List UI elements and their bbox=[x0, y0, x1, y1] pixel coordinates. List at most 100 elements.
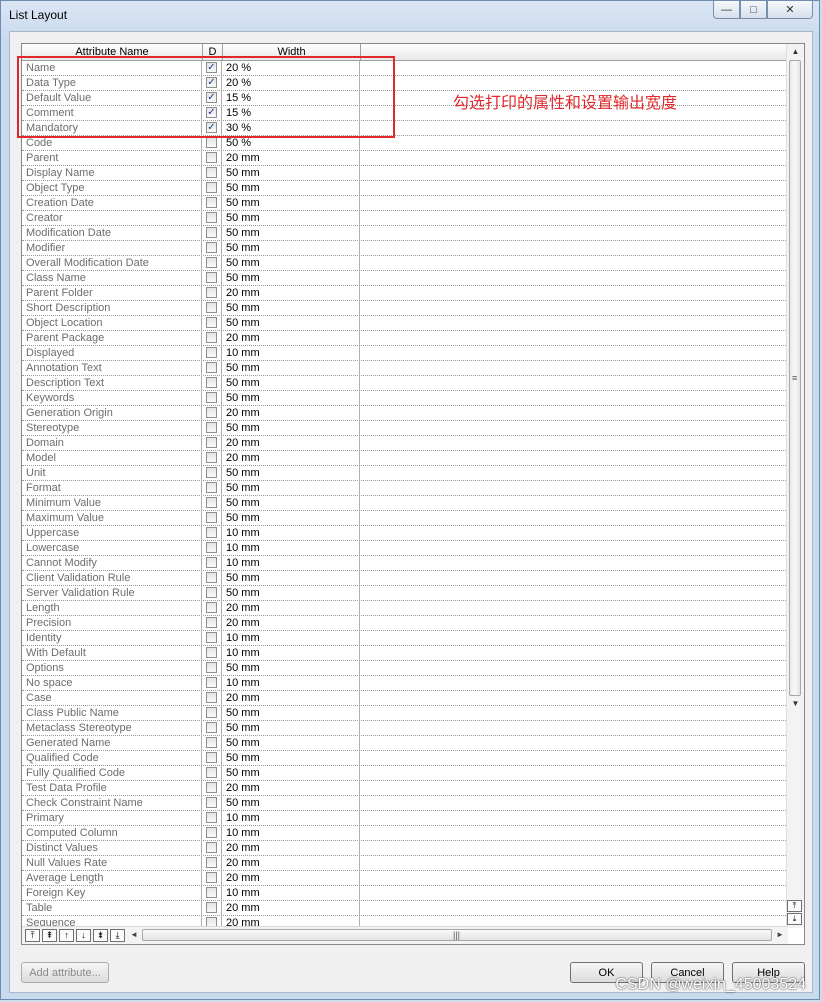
attribute-grid[interactable]: Attribute Name D Width Name ✓ 20 % Data Typ… bbox=[21, 43, 805, 945]
attribute-name-cell[interactable]: Foreign Key bbox=[22, 886, 202, 901]
display-checkbox[interactable] bbox=[206, 767, 217, 778]
display-checkbox[interactable] bbox=[206, 347, 217, 358]
attribute-name-cell[interactable]: Table bbox=[22, 901, 202, 916]
width-cell[interactable]: 50 mm bbox=[222, 466, 360, 481]
width-cell[interactable]: 50 mm bbox=[222, 181, 360, 196]
table-row[interactable]: Length 20 mm bbox=[22, 601, 788, 616]
width-cell[interactable]: 50 mm bbox=[222, 316, 360, 331]
display-checkbox[interactable] bbox=[206, 512, 217, 523]
display-checkbox[interactable] bbox=[206, 197, 217, 208]
display-checkbox[interactable] bbox=[206, 452, 217, 463]
width-cell[interactable]: 50 mm bbox=[222, 751, 360, 766]
width-cell[interactable]: 10 mm bbox=[222, 346, 360, 361]
table-row[interactable]: Code 50 % bbox=[22, 136, 788, 151]
display-checkbox[interactable] bbox=[206, 692, 217, 703]
display-checkbox[interactable] bbox=[206, 722, 217, 733]
attribute-name-cell[interactable]: Uppercase bbox=[22, 526, 202, 541]
display-checkbox[interactable] bbox=[206, 287, 217, 298]
scroll-left-arrow-icon[interactable]: ◄ bbox=[130, 930, 138, 939]
display-checkbox[interactable] bbox=[206, 527, 217, 538]
width-cell[interactable]: 20 mm bbox=[222, 901, 360, 916]
display-checkbox[interactable] bbox=[206, 152, 217, 163]
display-checkbox[interactable] bbox=[206, 827, 217, 838]
attribute-name-cell[interactable]: Check Constraint Name bbox=[22, 796, 202, 811]
width-cell[interactable]: 10 mm bbox=[222, 556, 360, 571]
attribute-name-cell[interactable]: Null Values Rate bbox=[22, 856, 202, 871]
attribute-name-cell[interactable]: Server Validation Rule bbox=[22, 586, 202, 601]
table-row[interactable]: Unit 50 mm bbox=[22, 466, 788, 481]
display-checkbox[interactable] bbox=[206, 407, 217, 418]
width-cell[interactable]: 50 mm bbox=[222, 511, 360, 526]
attribute-name-cell[interactable]: Object Type bbox=[22, 181, 202, 196]
vertical-scroll-thumb[interactable]: ≡ bbox=[789, 60, 801, 696]
table-row[interactable]: Format 50 mm bbox=[22, 481, 788, 496]
width-cell[interactable]: 50 mm bbox=[222, 661, 360, 676]
width-cell[interactable]: 50 mm bbox=[222, 721, 360, 736]
attribute-name-cell[interactable]: Parent Folder bbox=[22, 286, 202, 301]
table-row[interactable]: Maximum Value 50 mm bbox=[22, 511, 788, 526]
width-cell[interactable]: 50 % bbox=[222, 136, 360, 151]
width-cell[interactable]: 10 mm bbox=[222, 676, 360, 691]
display-checkbox[interactable] bbox=[206, 647, 217, 658]
width-cell[interactable]: 50 mm bbox=[222, 766, 360, 781]
table-row[interactable]: Parent 20 mm bbox=[22, 151, 788, 166]
display-checkbox[interactable] bbox=[206, 362, 217, 373]
width-cell[interactable]: 50 mm bbox=[222, 796, 360, 811]
attribute-name-cell[interactable]: Fully Qualified Code bbox=[22, 766, 202, 781]
display-checkbox[interactable] bbox=[206, 302, 217, 313]
attribute-name-cell[interactable]: Overall Modification Date bbox=[22, 256, 202, 271]
width-cell[interactable]: 50 mm bbox=[222, 736, 360, 751]
display-checkbox[interactable] bbox=[206, 752, 217, 763]
width-cell[interactable]: 20 mm bbox=[222, 856, 360, 871]
display-checkbox[interactable] bbox=[206, 467, 217, 478]
display-checkbox[interactable] bbox=[206, 572, 217, 583]
nav-first-icon[interactable]: ⤒ bbox=[787, 900, 802, 912]
table-row[interactable]: Annotation Text 50 mm bbox=[22, 361, 788, 376]
display-checkbox[interactable] bbox=[206, 497, 217, 508]
display-checkbox[interactable] bbox=[206, 707, 217, 718]
width-cell[interactable]: 50 mm bbox=[222, 391, 360, 406]
display-checkbox[interactable] bbox=[206, 872, 217, 883]
width-cell[interactable]: 20 mm bbox=[222, 616, 360, 631]
table-row[interactable]: Fully Qualified Code 50 mm bbox=[22, 766, 788, 781]
table-row[interactable]: Model 20 mm bbox=[22, 451, 788, 466]
width-cell[interactable]: 10 mm bbox=[222, 526, 360, 541]
minimize-button[interactable]: — bbox=[713, 1, 740, 19]
width-cell[interactable]: 20 mm bbox=[222, 781, 360, 796]
display-checkbox[interactable] bbox=[206, 422, 217, 433]
attribute-name-cell[interactable]: Computed Column bbox=[22, 826, 202, 841]
display-checkbox[interactable] bbox=[206, 542, 217, 553]
attribute-name-cell[interactable]: Creation Date bbox=[22, 196, 202, 211]
table-row[interactable]: Modifier 50 mm bbox=[22, 241, 788, 256]
attribute-name-cell[interactable]: Average Length bbox=[22, 871, 202, 886]
width-cell[interactable]: 10 mm bbox=[222, 541, 360, 556]
attribute-name-cell[interactable]: Cannot Modify bbox=[22, 556, 202, 571]
table-row[interactable]: Client Validation Rule 50 mm bbox=[22, 571, 788, 586]
width-cell[interactable]: 50 mm bbox=[222, 361, 360, 376]
table-row[interactable]: Check Constraint Name 50 mm bbox=[22, 796, 788, 811]
move-bottom-icon[interactable]: ⤓ bbox=[110, 929, 125, 942]
width-cell[interactable]: 50 mm bbox=[222, 241, 360, 256]
attribute-name-cell[interactable]: Distinct Values bbox=[22, 841, 202, 856]
table-row[interactable]: Uppercase 10 mm bbox=[22, 526, 788, 541]
move-page-down-icon[interactable]: ⇟ bbox=[93, 929, 108, 942]
attribute-name-cell[interactable]: Options bbox=[22, 661, 202, 676]
width-cell[interactable]: 20 mm bbox=[222, 331, 360, 346]
display-checkbox[interactable] bbox=[206, 662, 217, 673]
display-checkbox[interactable] bbox=[206, 782, 217, 793]
width-cell[interactable]: 20 mm bbox=[222, 151, 360, 166]
display-checkbox[interactable] bbox=[206, 812, 217, 823]
table-row[interactable]: Computed Column 10 mm bbox=[22, 826, 788, 841]
width-cell[interactable]: 50 mm bbox=[222, 481, 360, 496]
table-row[interactable]: Class Name 50 mm bbox=[22, 271, 788, 286]
attribute-name-cell[interactable]: Description Text bbox=[22, 376, 202, 391]
width-cell[interactable]: 20 mm bbox=[222, 841, 360, 856]
table-row[interactable]: Distinct Values 20 mm bbox=[22, 841, 788, 856]
scroll-down-arrow-icon[interactable]: ▼ bbox=[788, 696, 803, 711]
table-row[interactable]: Object Location 50 mm bbox=[22, 316, 788, 331]
display-checkbox[interactable] bbox=[206, 212, 217, 223]
move-page-up-icon[interactable]: ⇞ bbox=[42, 929, 57, 942]
display-checkbox[interactable] bbox=[206, 137, 217, 148]
width-cell[interactable]: 20 mm bbox=[222, 451, 360, 466]
attribute-name-cell[interactable]: Lowercase bbox=[22, 541, 202, 556]
